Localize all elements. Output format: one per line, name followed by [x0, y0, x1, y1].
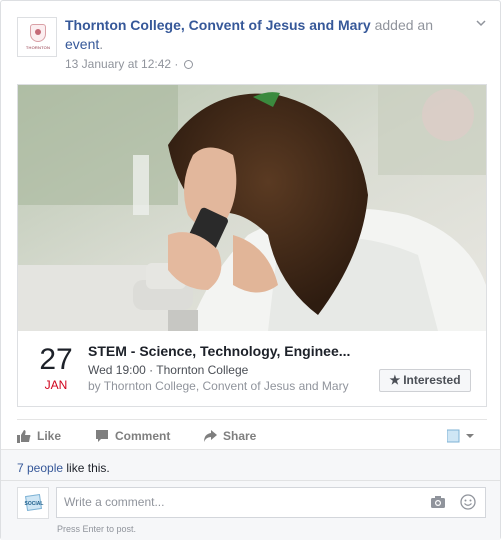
thumbs-up-icon	[17, 430, 31, 443]
action-text: added an	[374, 17, 433, 33]
avatar-label: THORNTON	[25, 45, 51, 50]
share-arrow-icon	[204, 430, 217, 442]
like-label: Like	[37, 429, 62, 443]
share-label: Share	[223, 429, 257, 443]
page-avatar-dropdown-icon	[446, 429, 474, 443]
timestamp-link[interactable]: 13 January at 12:42	[65, 57, 171, 71]
page-avatar[interactable]: THORNTON	[17, 17, 57, 57]
commenter-avatar: SOCIAL	[17, 487, 49, 519]
interested-label: Interested	[403, 373, 461, 387]
likes-summary: 7 people like this.	[17, 461, 110, 475]
avatar-label: SOCIAL	[24, 501, 44, 507]
comment-composer: SOCIAL Write a comment... Press Enter to…	[1, 480, 500, 541]
event-title[interactable]: STEM - Science, Technology, Enginee...	[88, 343, 350, 359]
likes-count-link[interactable]: 7 people	[17, 461, 63, 475]
enter-to-post-hint: Press Enter to post.	[57, 524, 137, 534]
likes-suffix: like this.	[66, 461, 110, 475]
event-month: JAN	[44, 378, 68, 392]
interested-button[interactable]: ★ Interested	[379, 369, 471, 392]
event-time-location: Wed 19:00 · Thornton College	[88, 363, 249, 377]
emoji-icon[interactable]	[460, 494, 476, 510]
feed-post: THORNTON Thornton College, Convent of Je…	[0, 0, 501, 540]
comment-icon	[96, 430, 108, 442]
camera-icon[interactable]	[430, 495, 446, 509]
comment-input[interactable]: Write a comment...	[56, 487, 486, 518]
post-meta: 13 January at 12:42 ·	[65, 57, 193, 71]
student-microscope-photo	[18, 85, 486, 331]
page-name-link[interactable]: Thornton College, Convent of Jesus and M…	[65, 17, 371, 33]
event-day: 27	[39, 343, 73, 376]
post-as-selector[interactable]	[446, 428, 477, 444]
post-footer: 7 people like this. SOCIAL Write a comme…	[1, 449, 500, 540]
chevron-down-icon[interactable]	[475, 17, 487, 29]
star-icon: ★	[389, 373, 401, 387]
event-link[interactable]: event	[65, 36, 99, 52]
post-actions: Like Comment Share	[17, 419, 487, 449]
post-headline: Thornton College, Convent of Jesus and M…	[65, 17, 433, 52]
event-host: by Thornton College, Convent of Jesus an…	[88, 379, 349, 393]
event-details: 27 JAN STEM - Science, Technology, Engin…	[18, 331, 486, 406]
comment-label: Comment	[115, 429, 171, 443]
post-header: THORNTON Thornton College, Convent of Je…	[17, 15, 487, 75]
event-card[interactable]: 27 JAN STEM - Science, Technology, Engin…	[17, 84, 487, 407]
globe-icon[interactable]	[183, 60, 193, 69]
event-cover-image[interactable]	[18, 85, 486, 331]
crest-icon	[30, 24, 46, 42]
